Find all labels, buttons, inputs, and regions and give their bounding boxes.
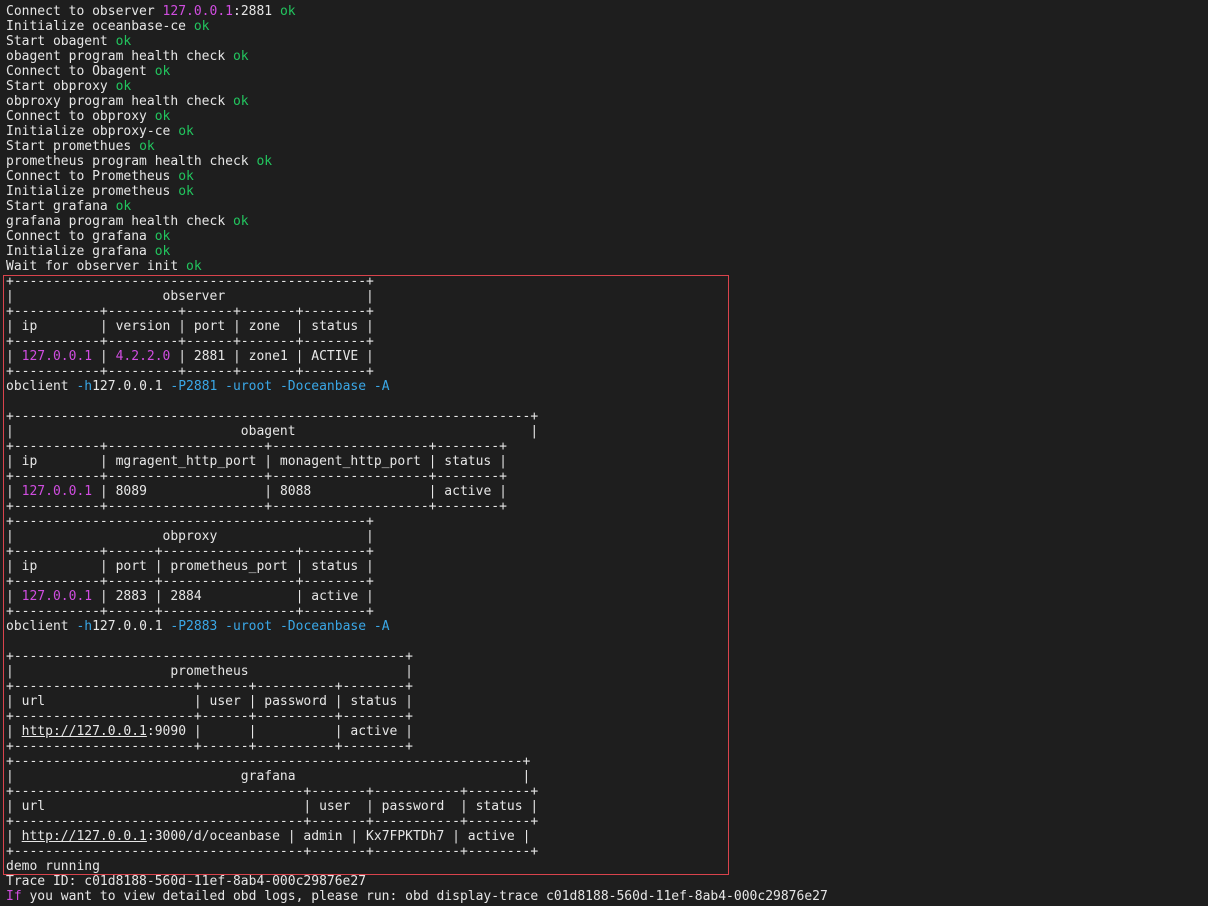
terminal-output[interactable]: Connect to observer 127.0.0.1:2881 ok In…: [6, 4, 1208, 906]
table-border: +-----------------------+------+--------…: [6, 709, 413, 724]
table-border: +---------------------------------------…: [6, 274, 374, 289]
log-line: obagent program health check ok: [6, 49, 249, 64]
log-line: Start obproxy ok: [6, 79, 132, 94]
obclient-command[interactable]: obclient -h127.0.0.1 -P2881 -uroot -Doce…: [6, 379, 1208, 394]
log-line: Connect to observer 127.0.0.1:2881 ok: [6, 4, 296, 19]
table-header: | ip | port | prometheus_port | status |: [6, 559, 374, 574]
table-border: +---------------------------------------…: [6, 409, 539, 424]
table-border: +-----------+--------------------+------…: [6, 469, 507, 484]
log-line: Wait for observer init ok: [6, 259, 202, 274]
deploy-log: Connect to observer 127.0.0.1:2881 ok In…: [6, 4, 1208, 274]
table-header: | ip | version | port | zone | status |: [6, 319, 374, 334]
obagent-table: +---------------------------------------…: [6, 409, 1208, 514]
hint-line: If you want to view detailed obd logs, p…: [6, 889, 828, 904]
log-line: Start promethues ok: [6, 139, 155, 154]
table-border: +-----------+------+-----------------+--…: [6, 544, 374, 559]
table-border: +-----------+------+-----------------+--…: [6, 604, 374, 619]
table-title: | obagent |: [6, 424, 539, 439]
log-line: Start obagent ok: [6, 34, 132, 49]
table-border: +-------------------------------------+-…: [6, 814, 539, 829]
table-title: | obproxy |: [6, 529, 374, 544]
table-border: +---------------------------------------…: [6, 514, 374, 529]
log-line: Initialize obproxy-ce ok: [6, 124, 194, 139]
table-border: +-----------+--------------------+------…: [6, 499, 507, 514]
table-header: | ip | mgragent_http_port | monagent_htt…: [6, 454, 507, 469]
table-row: | http://127.0.0.1:9090 | | | active |: [6, 724, 413, 739]
grafana-url-link[interactable]: http://127.0.0.1: [22, 829, 147, 844]
grafana-table: +---------------------------------------…: [6, 754, 1208, 859]
log-line: Initialize grafana ok: [6, 244, 171, 259]
table-title: | observer |: [6, 289, 374, 304]
observer-table: +---------------------------------------…: [6, 274, 1208, 409]
log-line: Connect to Prometheus ok: [6, 169, 194, 184]
log-line: prometheus program health check ok: [6, 154, 273, 169]
table-border: +-----------+---------+------+-------+--…: [6, 334, 374, 349]
log-line: Initialize prometheus ok: [6, 184, 194, 199]
log-line: Initialize oceanbase-ce ok: [6, 19, 210, 34]
table-row: | 127.0.0.1 | 4.2.2.0 | 2881 | zone1 | A…: [6, 349, 374, 364]
log-line: Connect to obproxy ok: [6, 109, 171, 124]
log-line: obproxy program health check ok: [6, 94, 249, 109]
log-line: Start grafana ok: [6, 199, 132, 214]
log-line: grafana program health check ok: [6, 214, 249, 229]
table-header: | url | user | password | status |: [6, 694, 413, 709]
table-border: +-----------------------+------+--------…: [6, 679, 413, 694]
deploy-footer: demo running Trace ID: c01d8188-560d-11e…: [6, 859, 1208, 904]
trace-id-line: Trace ID: c01d8188-560d-11ef-8ab4-000c29…: [6, 874, 367, 889]
table-row: | http://127.0.0.1:3000/d/oceanbase | ad…: [6, 829, 531, 844]
table-border: +-----------+--------------------+------…: [6, 439, 507, 454]
table-border: +---------------------------------------…: [6, 754, 531, 769]
table-title: | grafana |: [6, 769, 531, 784]
table-header: | url | user | password | status |: [6, 799, 539, 814]
prometheus-table: +---------------------------------------…: [6, 649, 1208, 754]
prometheus-url-link[interactable]: http://127.0.0.1: [22, 724, 147, 739]
table-border: +-----------+---------+------+-------+--…: [6, 304, 374, 319]
obclient-command[interactable]: obclient -h127.0.0.1 -P2883 -uroot -Doce…: [6, 619, 1208, 634]
table-border: +---------------------------------------…: [6, 649, 413, 664]
table-border: +-----------+------+-----------------+--…: [6, 574, 374, 589]
log-line: Connect to grafana ok: [6, 229, 171, 244]
table-row: | 127.0.0.1 | 8089 | 8088 | active |: [6, 484, 507, 499]
table-border: +-------------------------------------+-…: [6, 844, 539, 859]
table-row: | 127.0.0.1 | 2883 | 2884 | active |: [6, 589, 374, 604]
obproxy-table: +---------------------------------------…: [6, 514, 1208, 649]
table-border: +-----------------------+------+--------…: [6, 739, 413, 754]
status-line: demo running: [6, 859, 100, 874]
table-title: | prometheus |: [6, 664, 413, 679]
log-line: Connect to Obagent ok: [6, 64, 171, 79]
table-border: +-----------+---------+------+-------+--…: [6, 364, 374, 379]
table-border: +-------------------------------------+-…: [6, 784, 539, 799]
